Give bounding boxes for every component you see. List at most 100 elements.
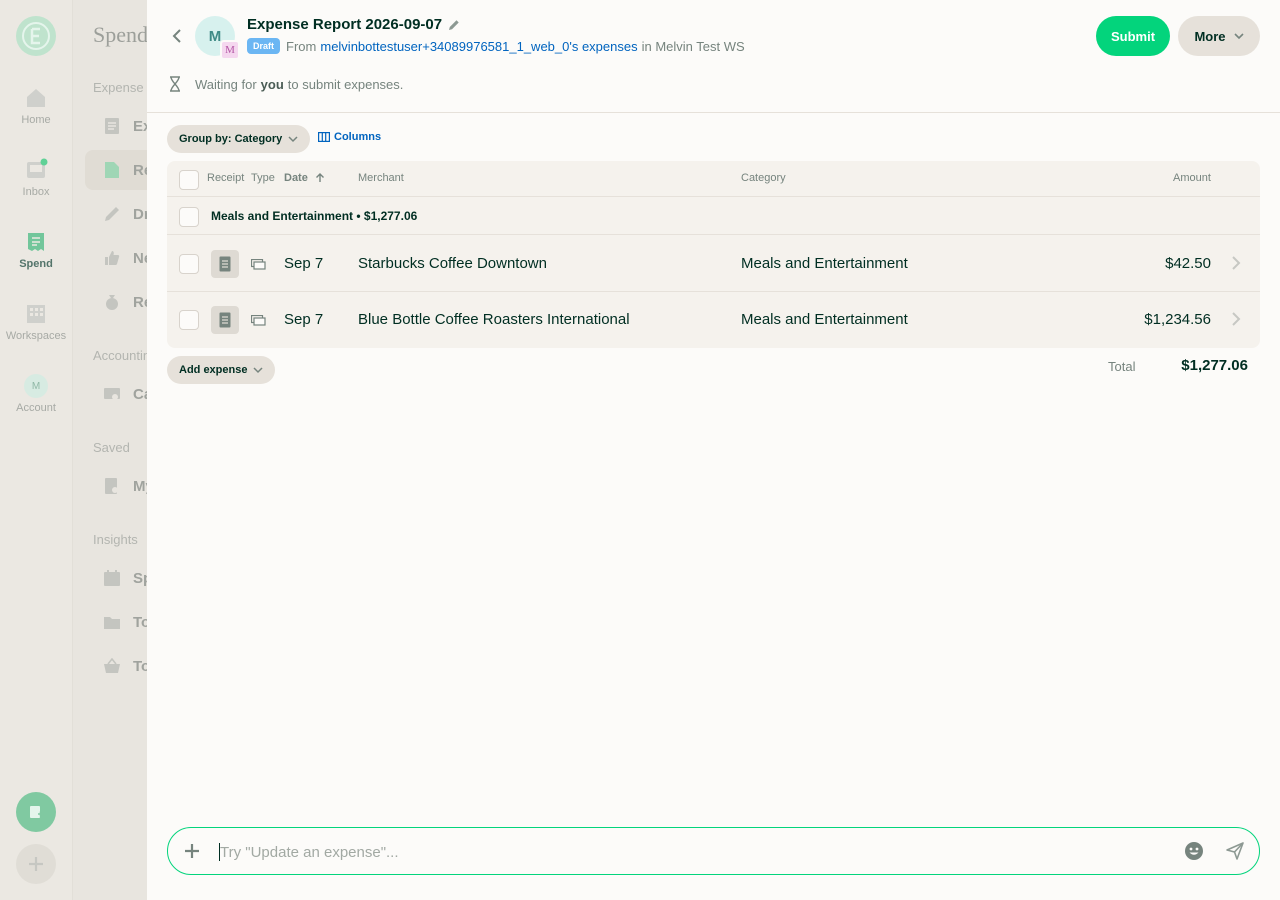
column-amount[interactable]: Amount <box>1173 172 1211 184</box>
column-receipt[interactable]: Receipt <box>207 172 244 184</box>
owner-link[interactable]: melvinbottestuser+34089976581_1_web_0's … <box>320 39 637 54</box>
workspace-label: in Melvin Test WS <box>641 38 745 54</box>
header-divider <box>147 112 1280 113</box>
report-title[interactable]: Expense Report 2026-09-07 <box>247 16 442 33</box>
columns-button[interactable]: Columns <box>318 131 381 143</box>
row-checkbox[interactable] <box>179 310 199 330</box>
receipt-thumbnail[interactable] <box>211 250 239 278</box>
nav-workspaces-label: Workspaces <box>5 330 67 342</box>
report-icon <box>103 161 121 179</box>
sort-ascending-icon <box>315 173 324 183</box>
expensify-logo[interactable] <box>16 16 56 56</box>
workspace-avatar: M <box>220 40 240 60</box>
nav-spend[interactable]: Spend <box>0 230 72 270</box>
sidebar-item-label: Ex <box>133 117 148 135</box>
home-icon <box>27 89 45 107</box>
wait-prefix: Waiting for <box>195 76 257 92</box>
group-checkbox[interactable] <box>179 207 199 227</box>
table-row[interactable]: Sep 7 Blue Bottle Coffee Roasters Intern… <box>167 292 1260 348</box>
account-avatar: M <box>24 374 48 398</box>
group-by-label: Group by: Category <box>179 133 283 145</box>
sidebar-item-label: Ca <box>133 385 148 403</box>
hourglass-icon <box>170 76 180 92</box>
report-title-row: Expense Report 2026-09-07 <box>247 16 460 33</box>
nav-inbox-label: Inbox <box>22 186 50 198</box>
sidebar-item-label: My <box>133 477 148 495</box>
back-button[interactable] <box>167 26 187 46</box>
group-by-dropdown[interactable]: Group by: Category <box>167 125 311 153</box>
sidebar-item-drafts[interactable]: Dr <box>85 194 148 234</box>
sidebar-item-saved-search[interactable]: My <box>85 466 148 506</box>
sidebar-item-label: To <box>133 657 148 675</box>
column-merchant[interactable]: Merchant <box>358 172 404 184</box>
sidebar-item-label: Re <box>133 161 148 179</box>
select-all-checkbox[interactable] <box>179 170 199 190</box>
create-button[interactable] <box>16 844 56 884</box>
next-step-message: Waiting for you to submit expenses. <box>169 76 403 92</box>
sidebar-item-label: Sp <box>133 569 148 587</box>
more-button[interactable]: More <box>1178 16 1260 56</box>
sidebar-item-top-categories[interactable]: To <box>85 602 148 642</box>
calendar-icon <box>103 569 121 587</box>
receipt-icon <box>219 312 231 328</box>
sidebar-item-spend-over-time[interactable]: Sp <box>85 558 148 598</box>
sidebar-section-expenses: Expense r <box>93 80 148 95</box>
column-type[interactable]: Type <box>251 172 275 184</box>
nav-inbox[interactable]: Inbox <box>0 158 72 198</box>
composer-input[interactable] <box>220 838 1120 866</box>
basket-icon <box>103 657 121 675</box>
row-merchant: Starbucks Coffee Downtown <box>358 255 547 272</box>
row-category: Meals and Entertainment <box>741 311 908 328</box>
inbox-icon <box>27 158 48 178</box>
wait-actor: you <box>260 76 284 92</box>
chevron-right-icon[interactable] <box>1231 311 1241 332</box>
sidebar-section-accounting: Accountin <box>93 348 148 363</box>
sidebar-item-approve[interactable]: Ne <box>85 238 148 278</box>
new-expense-button[interactable] <box>16 792 56 832</box>
report-avatar[interactable]: M M <box>195 16 241 60</box>
logo-icon <box>22 22 50 50</box>
chevron-down-icon <box>1233 33 1244 40</box>
sidebar-item-top-merchants[interactable]: To <box>85 646 148 686</box>
emoji-icon[interactable] <box>1184 841 1204 866</box>
row-checkbox[interactable] <box>179 254 199 274</box>
receipt-add-icon <box>30 806 43 818</box>
wait-suffix: to submit expenses. <box>287 76 404 92</box>
sidebar-item-reimburse[interactable]: Re <box>85 282 148 322</box>
attachment-plus-icon[interactable] <box>182 841 202 866</box>
sidebar-item-label: To <box>133 613 148 631</box>
group-label: Meals and Entertainment • $1,277.06 <box>211 209 418 223</box>
nav-rail: Home Inbox Spend Workspaces M Account <box>0 0 72 900</box>
pencil-icon <box>103 205 121 223</box>
table-header: Receipt Type Date Merchant Category Amou… <box>167 161 1260 197</box>
receipt-icon <box>219 256 231 272</box>
sidebar-section-saved: Saved <box>93 440 130 455</box>
sidebar-item-expenses[interactable]: Ex <box>85 106 148 146</box>
row-merchant: Blue Bottle Coffee Roasters Internationa… <box>358 311 630 328</box>
send-icon[interactable] <box>1225 841 1245 866</box>
nav-account[interactable]: M Account <box>0 374 72 414</box>
sidebar-item-label: Dr <box>133 205 148 223</box>
pencil-icon[interactable] <box>448 19 460 31</box>
nav-home-label: Home <box>21 114 51 126</box>
nav-home[interactable]: Home <box>0 86 72 126</box>
table-row[interactable]: Sep 7 Starbucks Coffee Downtown Meals an… <box>167 236 1260 292</box>
sidebar-item-label: Re <box>133 293 148 311</box>
columns-icon <box>318 132 330 142</box>
submit-button[interactable]: Submit <box>1096 16 1170 56</box>
add-expense-button[interactable]: Add expense <box>167 356 276 384</box>
expenses-table: Receipt Type Date Merchant Category Amou… <box>167 161 1260 348</box>
nav-workspaces[interactable]: Workspaces <box>0 302 72 342</box>
receipt-thumbnail[interactable] <box>211 306 239 334</box>
more-button-label: More <box>1194 28 1226 44</box>
row-category: Meals and Entertainment <box>741 255 908 272</box>
sidebar-item-cards[interactable]: Ca <box>85 374 148 414</box>
column-category[interactable]: Category <box>741 172 786 184</box>
money-bag-icon <box>103 293 121 311</box>
chevron-right-icon[interactable] <box>1231 255 1241 276</box>
document-icon <box>103 117 121 135</box>
column-date[interactable]: Date <box>284 172 325 184</box>
card-icon <box>103 385 121 403</box>
sidebar-item-reports[interactable]: Re <box>85 150 148 190</box>
nav-spend-label: Spend <box>19 258 53 270</box>
